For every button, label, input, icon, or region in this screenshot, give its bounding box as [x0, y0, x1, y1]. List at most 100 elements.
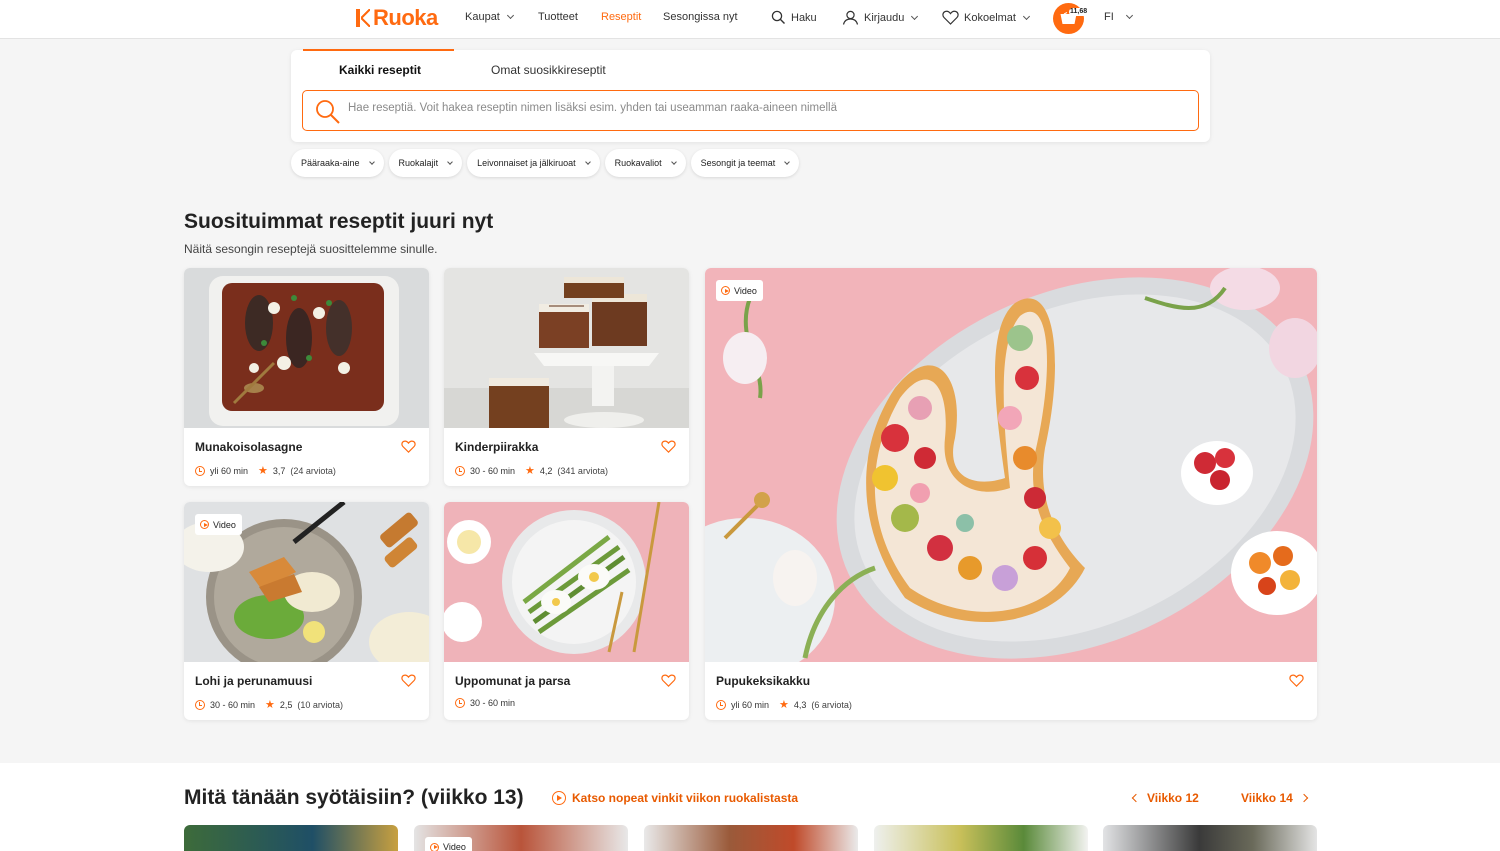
next-week-label: Viikko 14	[1241, 791, 1293, 805]
filter-label: Ruokavaliot	[614, 158, 662, 168]
heart-icon	[942, 10, 959, 25]
popular-section-subtitle: Näitä sesongin reseptejä suosittelemme s…	[184, 242, 438, 256]
recipe-review-count: (24 arviota)	[290, 465, 336, 476]
chevron-down-icon	[584, 158, 591, 165]
nav-reseptit[interactable]: Reseptit	[601, 11, 641, 23]
user-icon	[842, 10, 859, 25]
favorite-heart-icon[interactable]	[661, 674, 676, 687]
recipe-image	[705, 268, 1317, 662]
weekly-recipe-card[interactable]	[1103, 825, 1317, 851]
video-badge: Video	[195, 514, 242, 535]
filter-diets[interactable]: Ruokavaliot	[604, 149, 686, 177]
recipe-rating: 3,7	[272, 465, 286, 476]
tab-all-recipes[interactable]: Kaikki reseptit	[339, 63, 421, 77]
video-badge-label: Video	[213, 519, 236, 530]
weekly-recipe-card[interactable]	[874, 825, 1088, 851]
weekly-recipe-card[interactable]	[184, 825, 398, 851]
prev-week-button[interactable]: Viikko 12	[1131, 791, 1199, 805]
nav-kaupat[interactable]: Kaupat	[465, 11, 514, 23]
recipe-time: 30 - 60 min	[210, 699, 256, 710]
star-icon: ★	[258, 465, 268, 477]
clock-icon	[455, 465, 465, 476]
logo-text: Ruoka	[373, 5, 438, 30]
nav-collections-label: Kokoelmat	[964, 11, 1016, 24]
filter-label: Pääraaka-aine	[301, 158, 360, 168]
recipe-search-box[interactable]	[302, 90, 1199, 131]
chevron-down-icon	[670, 158, 677, 165]
language-label: FI	[1104, 11, 1114, 23]
nav-collections-button[interactable]: Kokoelmat	[942, 10, 1031, 25]
favorite-heart-icon[interactable]	[401, 440, 416, 453]
favorite-heart-icon[interactable]	[1289, 674, 1304, 687]
recipe-meta: 30 - 60 min	[455, 698, 515, 708]
chevron-down-icon	[447, 158, 453, 165]
recipe-rating: 4,2	[539, 465, 553, 476]
recipe-search-panel: Kaikki reseptit Omat suosikkireseptit	[291, 49, 1210, 142]
recipe-time: yli 60 min	[731, 699, 770, 710]
play-icon	[200, 520, 209, 529]
clock-icon	[455, 698, 465, 708]
recipe-card-uppomunat-ja-parsa[interactable]: Uppomunat ja parsa 30 - 60 min	[444, 502, 689, 720]
chevron-down-icon	[368, 158, 375, 165]
clock-icon	[716, 699, 726, 710]
recipe-meta: 30 - 60 min ★ 4,2 (341 arviota)	[455, 464, 608, 477]
video-badge: Video	[716, 280, 763, 301]
clock-icon	[195, 699, 205, 710]
chevron-down-icon	[1125, 11, 1133, 20]
recipe-search-input[interactable]	[348, 102, 1178, 114]
recipe-filters: Pääraaka-aine Ruokalajit Leivonnaiset ja…	[291, 149, 800, 177]
chevron-left-icon	[1131, 793, 1141, 803]
nav-tuotteet-label: Tuotteet	[538, 11, 578, 23]
nav-login-button[interactable]: Kirjaudu	[842, 10, 919, 25]
basket-total: 11,68	[1069, 8, 1089, 16]
nav-reseptit-label: Reseptit	[601, 11, 642, 23]
star-icon: ★	[779, 699, 789, 711]
filter-label: Ruokalajit	[398, 158, 439, 168]
k-ruoka-logo[interactable]: Ruoka	[355, 5, 438, 31]
recipe-rating: 4,3	[793, 699, 807, 710]
nav-sesongissa-nyt[interactable]: Sesongissa nyt	[663, 11, 738, 23]
video-badge: Video	[425, 837, 472, 851]
nav-search-label: Haku	[791, 11, 817, 24]
filter-label: Sesongit ja teemat	[700, 158, 776, 168]
k-logo-icon	[355, 8, 371, 28]
recipe-card-pupukeksikakku[interactable]: Video Pupukeksikakku yli 60 min ★ 4,3 (6…	[705, 268, 1317, 720]
nav-search-button[interactable]: Haku	[771, 10, 817, 25]
recipe-card-munakoisolasagne[interactable]: Munakoisolasagne yli 60 min ★ 3,7 (24 ar…	[184, 268, 429, 486]
recipe-meta: yli 60 min ★ 4,3 (6 arviota)	[716, 698, 852, 711]
recipe-title: Lohi ja perunamuusi	[195, 674, 313, 688]
basket-button[interactable]: 11,68	[1053, 3, 1089, 34]
weekly-tips-link[interactable]: Katso nopeat vinkit viikon ruokalistasta	[552, 791, 798, 805]
prev-week-label: Viikko 12	[1147, 791, 1199, 805]
filter-label: Leivonnaiset ja jälkiruoat	[477, 158, 576, 168]
favorite-heart-icon[interactable]	[661, 440, 676, 453]
filter-dishes[interactable]: Ruokalajit	[388, 149, 463, 177]
recipe-review-count: (6 arviota)	[811, 699, 852, 710]
star-icon: ★	[525, 465, 535, 477]
chevron-right-icon	[1299, 793, 1309, 803]
next-week-button[interactable]: Viikko 14	[1241, 791, 1309, 805]
filter-main-ingredient[interactable]: Pääraaka-aine	[291, 149, 384, 177]
chevron-down-icon	[506, 11, 514, 20]
video-badge-label: Video	[734, 285, 757, 296]
play-icon	[721, 286, 730, 295]
recipe-meta: 30 - 60 min ★ 2,5 (10 arviota)	[195, 698, 343, 711]
top-navigation: Ruoka Kaupat Tuotteet Reseptit Sesongiss…	[0, 0, 1500, 39]
chevron-down-icon	[784, 158, 791, 165]
recipe-review-count: (10 arviota)	[297, 699, 343, 710]
tab-favourite-recipes[interactable]: Omat suosikkireseptit	[491, 63, 606, 77]
active-tab-indicator	[303, 49, 454, 51]
language-selector[interactable]: FI	[1104, 11, 1133, 23]
recipe-card-lohi-ja-perunamuusi[interactable]: Video Lohi ja perunamuusi 30 - 60 min ★ …	[184, 502, 429, 720]
nav-kaupat-label: Kaupat	[465, 11, 500, 23]
weekly-tips-label: Katso nopeat vinkit viikon ruokalistasta	[572, 791, 799, 805]
favorite-heart-icon[interactable]	[401, 674, 416, 687]
weekly-recipe-card[interactable]: Video	[414, 825, 628, 851]
filter-baking-desserts[interactable]: Leivonnaiset ja jälkiruoat	[467, 149, 600, 177]
recipe-image	[444, 502, 689, 662]
recipe-title: Munakoisolasagne	[195, 440, 303, 454]
weekly-recipe-card[interactable]	[644, 825, 858, 851]
nav-tuotteet[interactable]: Tuotteet	[538, 11, 578, 23]
recipe-card-kinderpiirakka[interactable]: Kinderpiirakka 30 - 60 min ★ 4,2 (341 ar…	[444, 268, 689, 486]
filter-seasons-themes[interactable]: Sesongit ja teemat	[690, 149, 800, 177]
